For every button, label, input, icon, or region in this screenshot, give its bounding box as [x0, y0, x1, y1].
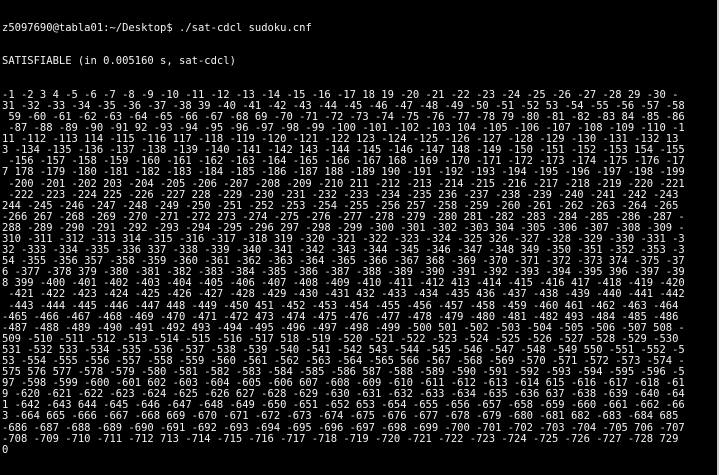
- solver-output: -1 -2 3 4 -5 -6 -7 -8 -9 -10 -11 -12 -13…: [2, 90, 717, 456]
- output-line: 531 -532 533 -534 -535 -536 -537 -538 -5…: [2, 344, 685, 356]
- command-text: ./sat-cdcl sudoku.cnf: [172, 23, 312, 35]
- output-line: 3 -134 -135 -136 -137 -138 -139 -140 -14…: [2, 145, 685, 157]
- output-line: 3 -664 665 -666 -667 -668 669 -670 -671 …: [2, 411, 679, 423]
- output-line: -156 -157 -158 -159 -160 -161 -162 -163 …: [2, 156, 685, 168]
- output-line: 31 -32 -33 -34 -35 -36 -37 -38 39 -40 -4…: [2, 100, 685, 112]
- output-line: 1 -642 -643 644 -645 -646 -647 -648 -649…: [2, 400, 685, 412]
- output-line: 53 -554 -555 -556 -557 -558 -559 -560 -5…: [2, 356, 685, 367]
- output-line: -222 -223 -224 225 -226 -227 228 -229 -2…: [2, 189, 679, 201]
- output-line: 509 -510 -511 -512 -513 -514 -515 -516 -…: [2, 333, 679, 345]
- output-line: 244 -245 -246 -247 -248 -249 -250 -251 -…: [2, 200, 679, 212]
- output-line: 7 178 -179 -180 -181 -182 -183 -184 -185…: [2, 167, 685, 179]
- output-line: -443 -444 -445 -446 -447 448 -449 -450 4…: [2, 300, 679, 312]
- output-line: 6 -377 -378 379 -380 -381 -382 -383 -384…: [2, 267, 685, 279]
- output-line: -87 -88 -89 -90 -91 92 -93 -94 -95 -96 -…: [2, 123, 685, 135]
- result-line: SATISFIABLE (in 0.005160 s, sat-cdcl): [2, 56, 236, 68]
- output-line: 54 -355 -356 357 -358 -359 -360 -361 -36…: [2, 256, 685, 268]
- command-line: z5097690@tabla01:~/Desktop$ ./sat-cdcl s…: [2, 23, 717, 34]
- output-line: 310 -311 -312 -313 314 -315 -316 -317 -3…: [2, 233, 685, 245]
- output-line: 9 -620 -621 -622 -623 -624 -625 -626 627…: [2, 389, 685, 401]
- output-line: -421 -422 -423 -424 -425 -426 -427 -428 …: [2, 289, 685, 301]
- output-line: -266 267 -268 -269 -270 -271 -272 273 -2…: [2, 211, 685, 223]
- output-line: 575 576 577 -578 -579 -580 -581 -582 -58…: [2, 367, 685, 379]
- shell-prompt: z5097690@tabla01:~/Desktop$: [2, 23, 173, 35]
- output-line: -1 -2 3 4 -5 -6 -7 -8 -9 -10 -11 -12 -13…: [2, 89, 679, 101]
- output-line: 32 -333 -334 -335 -336 337 -338 -339 -34…: [2, 245, 685, 257]
- terminal-window[interactable]: z5097690@tabla01:~/Desktop$ ./sat-cdcl s…: [0, 0, 719, 475]
- output-line: -200 -201 -202 203 -204 -205 -206 -207 -…: [2, 178, 685, 190]
- output-line: 0: [2, 444, 9, 456]
- output-line: 97 -598 -599 -600 -601 602 -603 -604 -60…: [2, 378, 685, 390]
- output-line: -487 -488 -489 -490 -491 -492 493 -494 -…: [2, 322, 685, 334]
- output-line: -686 -687 -688 -689 -690 -691 -692 -693 …: [2, 422, 685, 434]
- output-line: 288 -289 -290 -291 -292 -293 -294 -295 -…: [2, 222, 685, 234]
- output-line: 59 -60 -61 -62 -63 -64 -65 -66 -67 -68 6…: [2, 111, 685, 123]
- output-line: -465 -466 -467 -468 -469 -470 -471 -472 …: [2, 311, 679, 323]
- output-line: -708 -709 -710 -711 -712 713 -714 -715 -…: [2, 433, 679, 445]
- output-line: 8 399 -400 -401 -402 -403 -404 -405 -406…: [2, 278, 685, 290]
- output-line: 11 -112 -113 114 -115 -116 117 -118 -119…: [2, 134, 679, 146]
